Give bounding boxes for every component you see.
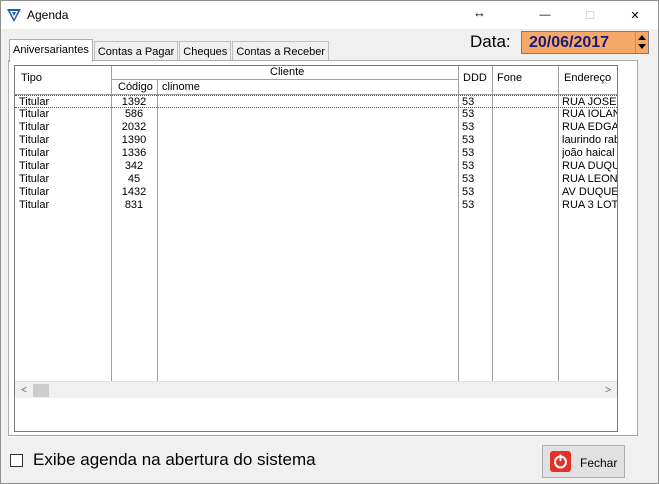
cell-endereco: RUA 3 LOT [562,199,618,211]
cell-codigo: 586 [124,108,144,120]
scroll-thumb[interactable] [33,384,49,397]
header-fone[interactable]: Fone [493,66,559,95]
close-icon: ✕ [630,9,640,22]
table-row[interactable]: Titular 2032 53 RUA EDGA [15,121,618,134]
minimize-icon: — [539,9,551,21]
client-area: Aniversariantes Contas a Pagar Cheques C… [1,29,658,483]
footer-divider [8,435,638,437]
app-logo-icon [7,9,21,22]
table-row[interactable]: Titular 1432 53 AV DUQUE [15,186,618,199]
title-bar: Agenda ↔ — ☐ ✕ [1,1,658,29]
tab-panel-aniversariantes: Tipo Cliente Código clinome DDD Fone End… [8,60,638,436]
cell-tipo: Titular [19,186,50,198]
birthdays-grid[interactable]: Tipo Cliente Código clinome DDD Fone End… [14,65,618,432]
cell-ddd: 53 [462,199,475,211]
cell-codigo: 2032 [121,121,147,133]
cell-codigo: 831 [124,199,144,211]
show-agenda-label[interactable]: Exibe agenda na abertura do sistema [33,450,316,470]
show-agenda-on-start[interactable]: Exibe agenda na abertura do sistema [10,450,316,470]
table-row[interactable]: Titular 1336 53 joão haical [15,147,617,160]
spin-down-icon[interactable] [638,44,646,49]
header-cliente-group: Cliente [112,66,459,80]
cell-ddd: 53 [462,160,475,172]
date-label: Data: [470,32,511,51]
window-title: Agenda [27,8,69,22]
cell-tipo: Titular [19,160,50,172]
cell-ddd: 53 [462,121,475,133]
table-row[interactable]: Titular 45 53 RUA LEON [15,173,618,186]
cell-tipo: Titular [19,173,50,185]
cell-codigo: 45 [127,173,141,185]
table-row[interactable]: Titular 831 53 RUA 3 LOT [15,199,618,212]
cell-endereco: AV DUQUE [562,186,618,198]
table-row[interactable]: Titular 342 53 RUA DUQU [15,160,618,173]
tab-contas-a-receber[interactable]: Contas a Receber [232,41,329,61]
horizontal-scrollbar[interactable]: < > [15,381,617,398]
date-picker[interactable]: 20/06/2017 [521,31,649,54]
table-row[interactable]: Titular 586 53 RUA IOLAN [15,108,618,121]
cell-codigo: 1336 [121,147,147,159]
cell-endereco: joão haical [562,147,615,159]
close-button[interactable]: Fechar [542,445,625,478]
cell-codigo: 1390 [121,134,147,146]
power-icon [550,451,571,472]
date-spinner[interactable] [635,32,648,53]
cell-endereco: RUA DUQU [562,160,618,172]
cell-ddd: 53 [462,186,475,198]
spin-up-icon[interactable] [638,35,646,40]
date-value[interactable]: 20/06/2017 [529,34,609,52]
cell-ddd: 53 [462,134,475,146]
close-window-button[interactable]: ✕ [612,1,658,29]
tab-bar: Aniversariantes Contas a Pagar Cheques C… [9,39,330,62]
cell-ddd: 53 [462,147,475,159]
maximize-icon: ☐ [585,9,595,22]
tab-contas-a-pagar[interactable]: Contas a Pagar [93,41,179,61]
table-row[interactable]: Titular 1390 53 laurindo rab [15,134,618,147]
scroll-right-icon[interactable]: > [601,384,615,397]
cell-endereco: RUA EDGA [562,121,618,133]
show-agenda-checkbox[interactable] [10,453,23,467]
header-codigo[interactable]: Código [112,80,158,95]
cell-codigo: 342 [124,160,144,172]
header-ddd[interactable]: DDD [459,66,493,95]
cell-tipo: Titular [19,134,50,146]
cell-endereco: laurindo rab [562,134,618,146]
minimize-button[interactable]: — [522,1,568,29]
cell-tipo: Titular [19,147,50,159]
header-tipo[interactable]: Tipo [15,66,112,95]
agenda-window: Agenda ↔ — ☐ ✕ Aniversariantes Contas a … [0,0,659,484]
table-row[interactable]: Titular 1392 53 RUA JOSE [15,95,617,108]
cell-codigo: 1432 [121,186,147,198]
tab-aniversariantes[interactable]: Aniversariantes [9,39,93,62]
close-button-label: Fechar [580,456,618,470]
cell-endereco: RUA LEON [562,173,618,185]
cell-ddd: 53 [462,108,475,120]
cell-endereco: RUA IOLAN [562,108,618,120]
cell-tipo: Titular [19,121,50,133]
cell-tipo: Titular [19,108,50,120]
scroll-left-icon[interactable]: < [17,384,31,397]
header-clinome[interactable]: clinome [158,80,459,95]
maximize-button[interactable]: ☐ [567,1,613,29]
cell-ddd: 53 [462,173,475,185]
resize-icon[interactable]: ↔ [473,5,486,20]
header-endereco[interactable]: Endereço [559,66,617,95]
tab-cheques[interactable]: Cheques [179,41,232,61]
cell-tipo: Titular [19,199,50,211]
